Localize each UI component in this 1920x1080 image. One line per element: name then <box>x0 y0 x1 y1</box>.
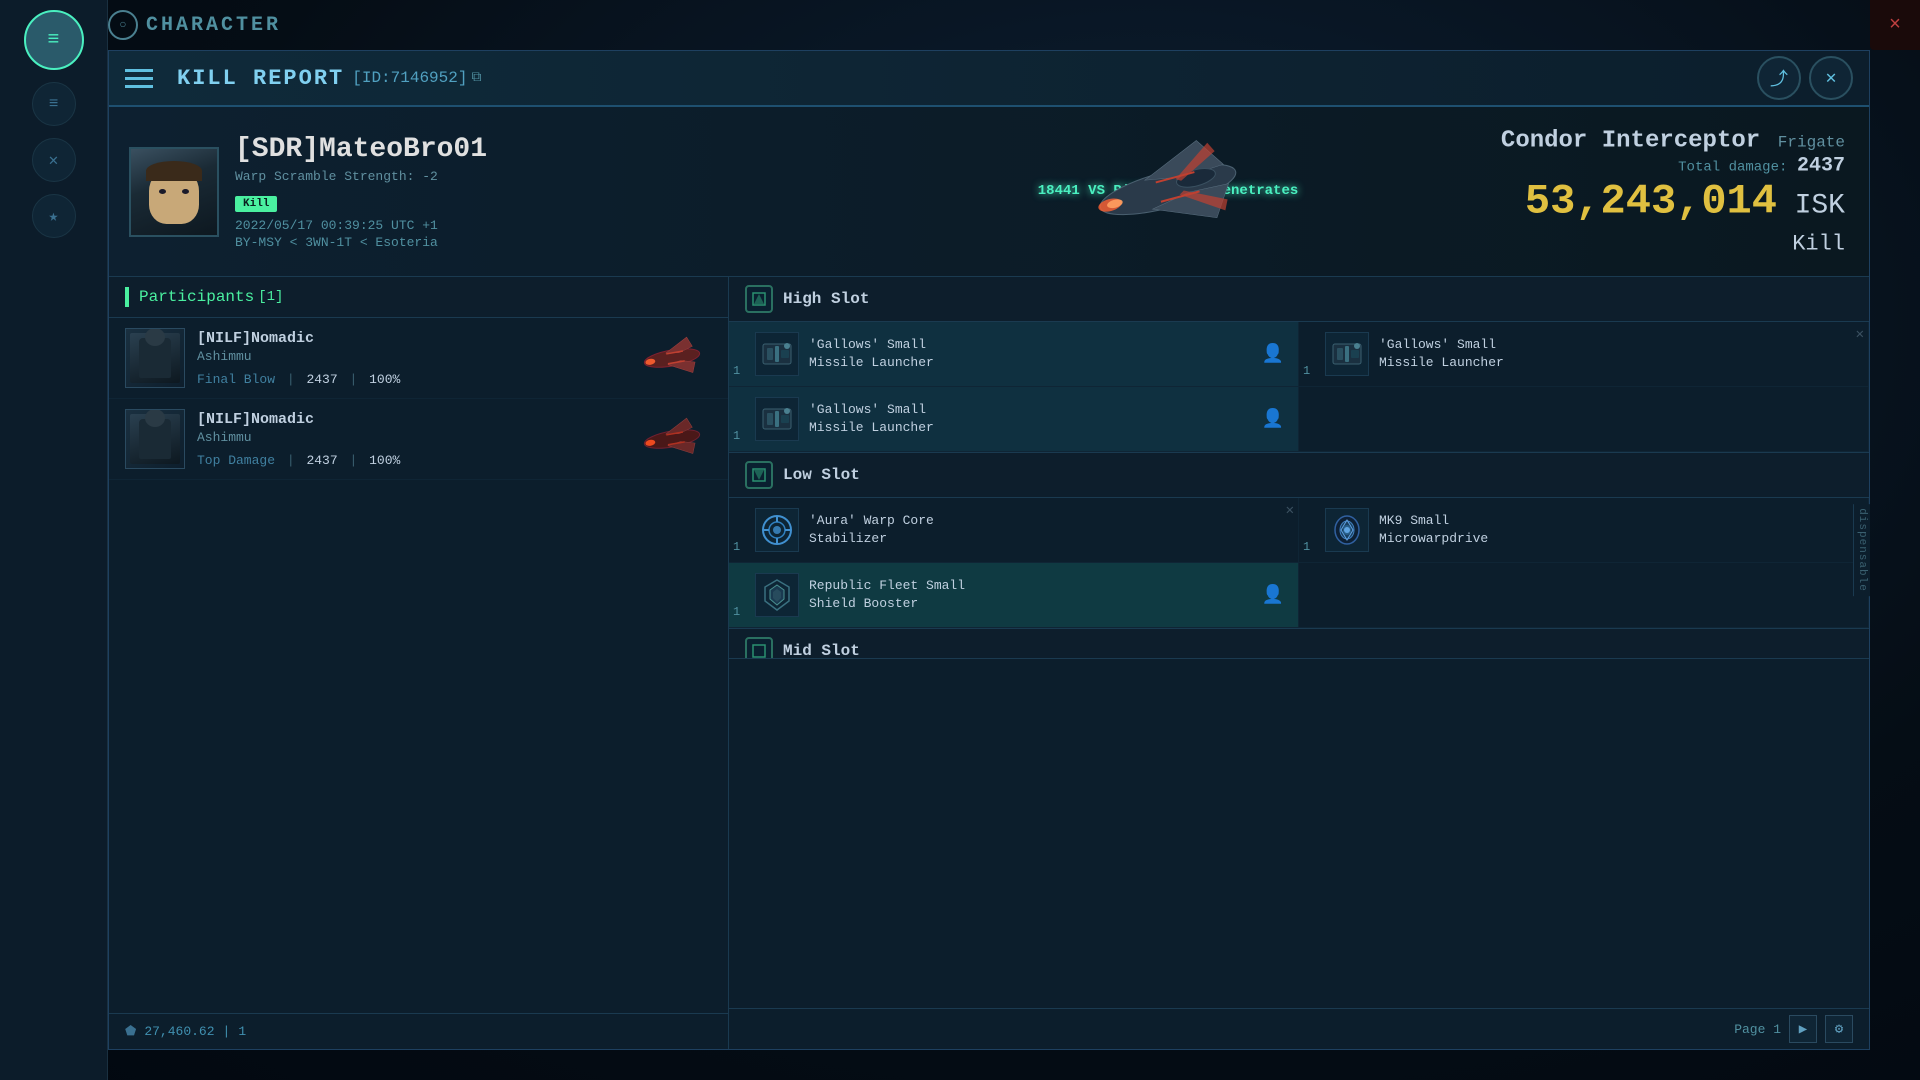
header-actions: ⤴ ✕ <box>1757 56 1853 100</box>
low-slot-section: Low Slot 1 <box>729 453 1869 629</box>
high-slot-section: High Slot 1 <box>729 277 1869 453</box>
page-next-button[interactable]: ▶ <box>1789 1015 1817 1043</box>
participants-panel: Participants [1] <box>109 277 729 1049</box>
equip-item-ls-2: 1 MK9 SmallMicrowarpdrive <box>1299 498 1869 563</box>
ship-class: Frigate <box>1778 133 1845 151</box>
filter-button[interactable]: ⚙ <box>1825 1015 1853 1043</box>
equipment-panel: High Slot 1 <box>729 277 1869 1049</box>
sidebar-nav-button-1[interactable]: ≡ <box>32 82 76 126</box>
equip-item-hs-4 <box>1299 387 1869 452</box>
equip-name-hs-1: 'Gallows' SmallMissile Launcher <box>809 336 1256 372</box>
ship-model <box>1048 109 1288 274</box>
high-slot-icon <box>745 285 773 313</box>
equip-person-icon-hs-1: 👤 <box>1262 343 1284 365</box>
equip-close-hs-2[interactable]: ✕ <box>1856 326 1864 343</box>
victim-name: [SDR]MateoBro01 <box>235 134 487 165</box>
low-slot-title: Low Slot <box>783 466 860 484</box>
top-bar-title: CHARACTER <box>146 14 281 37</box>
header-menu-button[interactable] <box>125 60 161 96</box>
isk-value: 53,243,014 <box>1525 177 1777 225</box>
panel-header: KILL REPORT [ID:7146952] ⧉ ⤴ ✕ <box>109 51 1869 107</box>
equip-icon-hs-2 <box>1325 332 1369 376</box>
participant-item: [NILF]Nomadic Ashimmu Final Blow | 2437 … <box>109 318 728 399</box>
participants-footer: ⬟ 27,460.62 | 1 <box>109 1013 728 1049</box>
kill-location: BY-MSY < 3WN-1T < Esoteria <box>235 235 487 250</box>
equip-name-ls-3: Republic Fleet SmallShield Booster <box>809 577 1256 613</box>
participant-list: [NILF]Nomadic Ashimmu Final Blow | 2437 … <box>109 318 728 1013</box>
dispensable-tag: dispensable <box>1853 504 1869 596</box>
character-icon: ○ <box>108 10 138 40</box>
equip-item-ls-1: 1 'Aura' Warp <box>729 498 1299 563</box>
total-damage-label: Total damage: <box>1678 159 1787 175</box>
participant-item-2: [NILF]Nomadic Ashimmu Top Damage | 2437 … <box>109 399 728 480</box>
participants-count: [1] <box>258 289 283 305</box>
sidebar-nav-button-2[interactable]: ✕ <box>32 138 76 182</box>
high-slot-grid: 1 'Gallows' SmallMissile Launcher � <box>729 322 1869 452</box>
participants-title: Participants <box>139 288 254 306</box>
next-slot-section: Mid Slot <box>729 629 1869 659</box>
footer-value: 27,460.62 <box>144 1024 214 1039</box>
low-slot-header: Low Slot <box>729 453 1869 498</box>
equip-close-ls-1[interactable]: ✕ <box>1286 502 1294 519</box>
equip-person-icon-hs-3: 👤 <box>1262 408 1284 430</box>
high-slot-title: High Slot <box>783 290 869 308</box>
equip-icon-hs-3 <box>755 397 799 441</box>
equip-icon-ls-2 <box>1325 508 1369 552</box>
kill-badge: Kill <box>235 196 277 212</box>
equip-item-hs-3: 1 'Gallows' SmallMissile Launcher � <box>729 387 1299 452</box>
participant-avatar-2 <box>125 409 185 469</box>
close-panel-button[interactable]: ✕ <box>1809 56 1853 100</box>
window-close-button[interactable]: × <box>1870 0 1920 50</box>
total-damage-value: 2437 <box>1797 154 1845 177</box>
victim-info: [SDR]MateoBro01 Warp Scramble Strength: … <box>235 134 487 250</box>
kill-banner: [SDR]MateoBro01 Warp Scramble Strength: … <box>109 107 1869 277</box>
kill-type-label: Kill <box>1501 231 1845 256</box>
isk-label: ISK <box>1795 190 1845 221</box>
panel-title-id: [ID:7146952] <box>352 69 467 87</box>
equip-name-hs-2: 'Gallows' SmallMissile Launcher <box>1379 336 1854 372</box>
equip-item-ls-3: 1 Republic Fleet SmallShield Booster 👤 <box>729 563 1299 628</box>
equip-name-ls-2: MK9 SmallMicrowarpdrive <box>1379 512 1854 548</box>
sidebar-nav-button-3[interactable]: ★ <box>32 194 76 238</box>
next-slot-header: Mid Slot <box>729 629 1869 659</box>
low-slot-icon <box>745 461 773 489</box>
left-sidebar: ≡ ≡ ✕ ★ <box>0 0 108 1080</box>
equip-icon-ls-3 <box>755 573 799 617</box>
victim-warp-scramble: Warp Scramble Strength: -2 <box>235 169 487 184</box>
content-area: Participants [1] <box>109 277 1869 1049</box>
participant-avatar-1 <box>125 328 185 388</box>
next-slot-icon <box>745 637 773 659</box>
participant-ship-icon-1 <box>632 333 712 383</box>
equip-item-ls-4 <box>1299 563 1869 628</box>
header-bar-accent <box>125 287 129 307</box>
equip-name-ls-1: 'Aura' Warp CoreStabilizer <box>809 512 1284 548</box>
participant-ship-icon-2 <box>632 414 712 464</box>
equip-icon-hs-1 <box>755 332 799 376</box>
panel-title: KILL REPORT <box>177 66 344 91</box>
page-indicator: Page 1 <box>1734 1022 1781 1037</box>
kill-time: 2022/05/17 00:39:25 UTC +1 <box>235 218 487 233</box>
equip-name-hs-3: 'Gallows' SmallMissile Launcher <box>809 401 1256 437</box>
equip-item-hs-1: 1 'Gallows' SmallMissile Launcher � <box>729 322 1299 387</box>
footer-count: 1 <box>238 1024 246 1039</box>
victim-avatar <box>129 147 219 237</box>
panel-copy-icon[interactable]: ⧉ <box>471 70 481 86</box>
next-slot-title: Mid Slot <box>783 642 860 659</box>
right-panel-footer: Page 1 ▶ ⚙ <box>729 1008 1869 1049</box>
equip-item-hs-2: 1 'Gallows' SmallMissile Launcher ✕ <box>1299 322 1869 387</box>
high-slot-header: High Slot <box>729 277 1869 322</box>
low-slot-grid: 1 'Aura' Warp <box>729 498 1869 628</box>
kill-stats: Condor Interceptor Frigate Total damage:… <box>1501 127 1845 256</box>
participants-header: Participants [1] <box>109 277 728 318</box>
equip-person-icon-ls-3: 👤 <box>1262 584 1284 606</box>
export-button[interactable]: ⤴ <box>1757 56 1801 100</box>
equip-icon-ls-1 <box>755 508 799 552</box>
top-bar: ○ CHARACTER <box>0 0 300 50</box>
main-panel: KILL REPORT [ID:7146952] ⧉ ⤴ ✕ [SDR]M <box>108 50 1870 1050</box>
ship-type: Condor Interceptor <box>1501 127 1760 154</box>
